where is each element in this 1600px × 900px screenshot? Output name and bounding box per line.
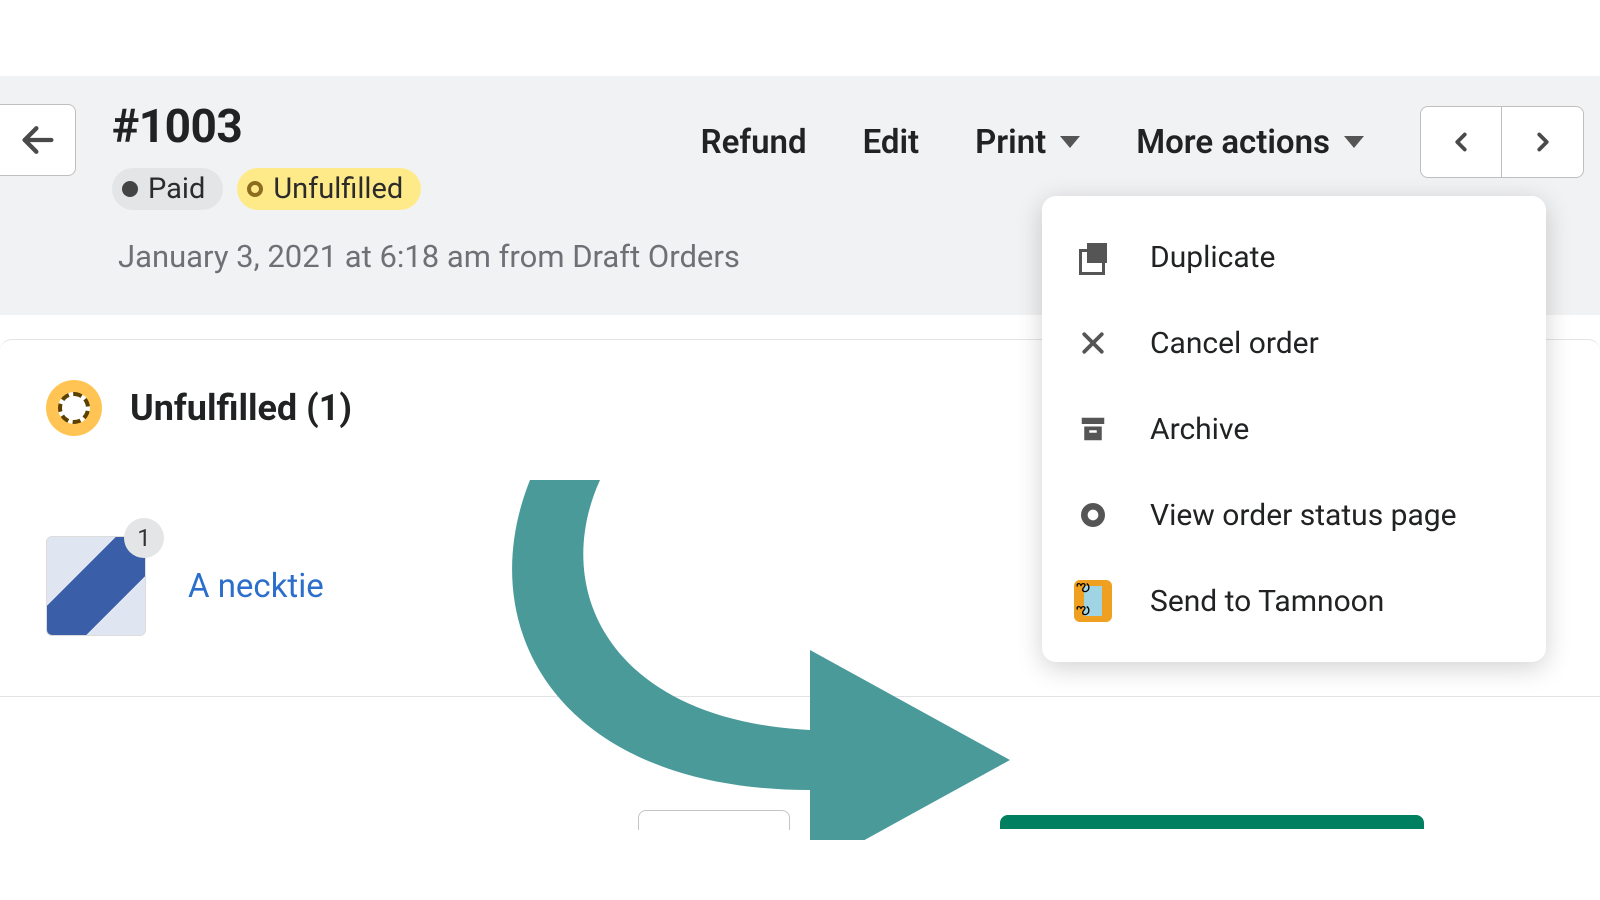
dropdown-duplicate[interactable]: Duplicate (1042, 214, 1546, 300)
dropdown-archive-label: Archive (1150, 412, 1249, 447)
dropdown-send-tamnoon-label: Send to Tamnoon (1150, 584, 1384, 619)
print-action-label: Print (975, 123, 1046, 162)
order-nav-group (1420, 106, 1584, 178)
prev-order-button[interactable] (1420, 106, 1502, 178)
product-name-link[interactable]: A necktie (188, 567, 324, 606)
filled-dot-icon (122, 181, 138, 197)
more-actions-dropdown: Duplicate Cancel order Archive View orde… (1042, 196, 1546, 662)
primary-button-fragment (1000, 815, 1424, 829)
order-number: #1003 (112, 100, 421, 154)
more-actions[interactable]: More actions (1136, 123, 1364, 162)
chevron-left-icon (1446, 127, 1476, 157)
dropdown-archive[interactable]: Archive (1042, 386, 1546, 472)
caret-down-icon (1344, 136, 1364, 148)
print-action[interactable]: Print (975, 123, 1080, 162)
next-order-button[interactable] (1502, 106, 1584, 178)
dropdown-view-status-label: View order status page (1150, 498, 1457, 533)
paid-badge: Paid (112, 168, 223, 210)
top-spacer (0, 0, 1600, 76)
quantity-bubble: 1 (124, 518, 164, 558)
eye-icon (1074, 496, 1112, 534)
back-button[interactable] (0, 104, 76, 176)
ring-icon (247, 181, 263, 197)
x-icon (1074, 324, 1112, 362)
unfulfilled-badge: Unfulfilled (237, 168, 421, 210)
refund-action[interactable]: Refund (701, 123, 807, 162)
unfulfilled-status-icon (46, 380, 102, 436)
more-actions-label: More actions (1136, 123, 1330, 162)
edit-action[interactable]: Edit (863, 123, 920, 162)
dropdown-send-tamnoon[interactable]: Send to Tamnoon (1042, 558, 1546, 644)
product-thumbnail[interactable]: 1 (46, 536, 146, 636)
duplicate-icon (1074, 238, 1112, 276)
tamnoon-icon (1074, 582, 1112, 620)
dropdown-duplicate-label: Duplicate (1150, 240, 1275, 275)
caret-down-icon (1060, 136, 1080, 148)
secondary-button-fragment (638, 810, 790, 830)
unfulfilled-card-title: Unfulfilled (1) (130, 387, 352, 429)
paid-badge-label: Paid (148, 172, 205, 206)
unfulfilled-badge-label: Unfulfilled (273, 172, 403, 206)
chevron-right-icon (1528, 127, 1558, 157)
dropdown-cancel-label: Cancel order (1150, 326, 1319, 361)
dropdown-cancel-order[interactable]: Cancel order (1042, 300, 1546, 386)
archive-icon (1074, 410, 1112, 448)
arrow-left-icon (18, 120, 58, 160)
dropdown-view-status[interactable]: View order status page (1042, 472, 1546, 558)
